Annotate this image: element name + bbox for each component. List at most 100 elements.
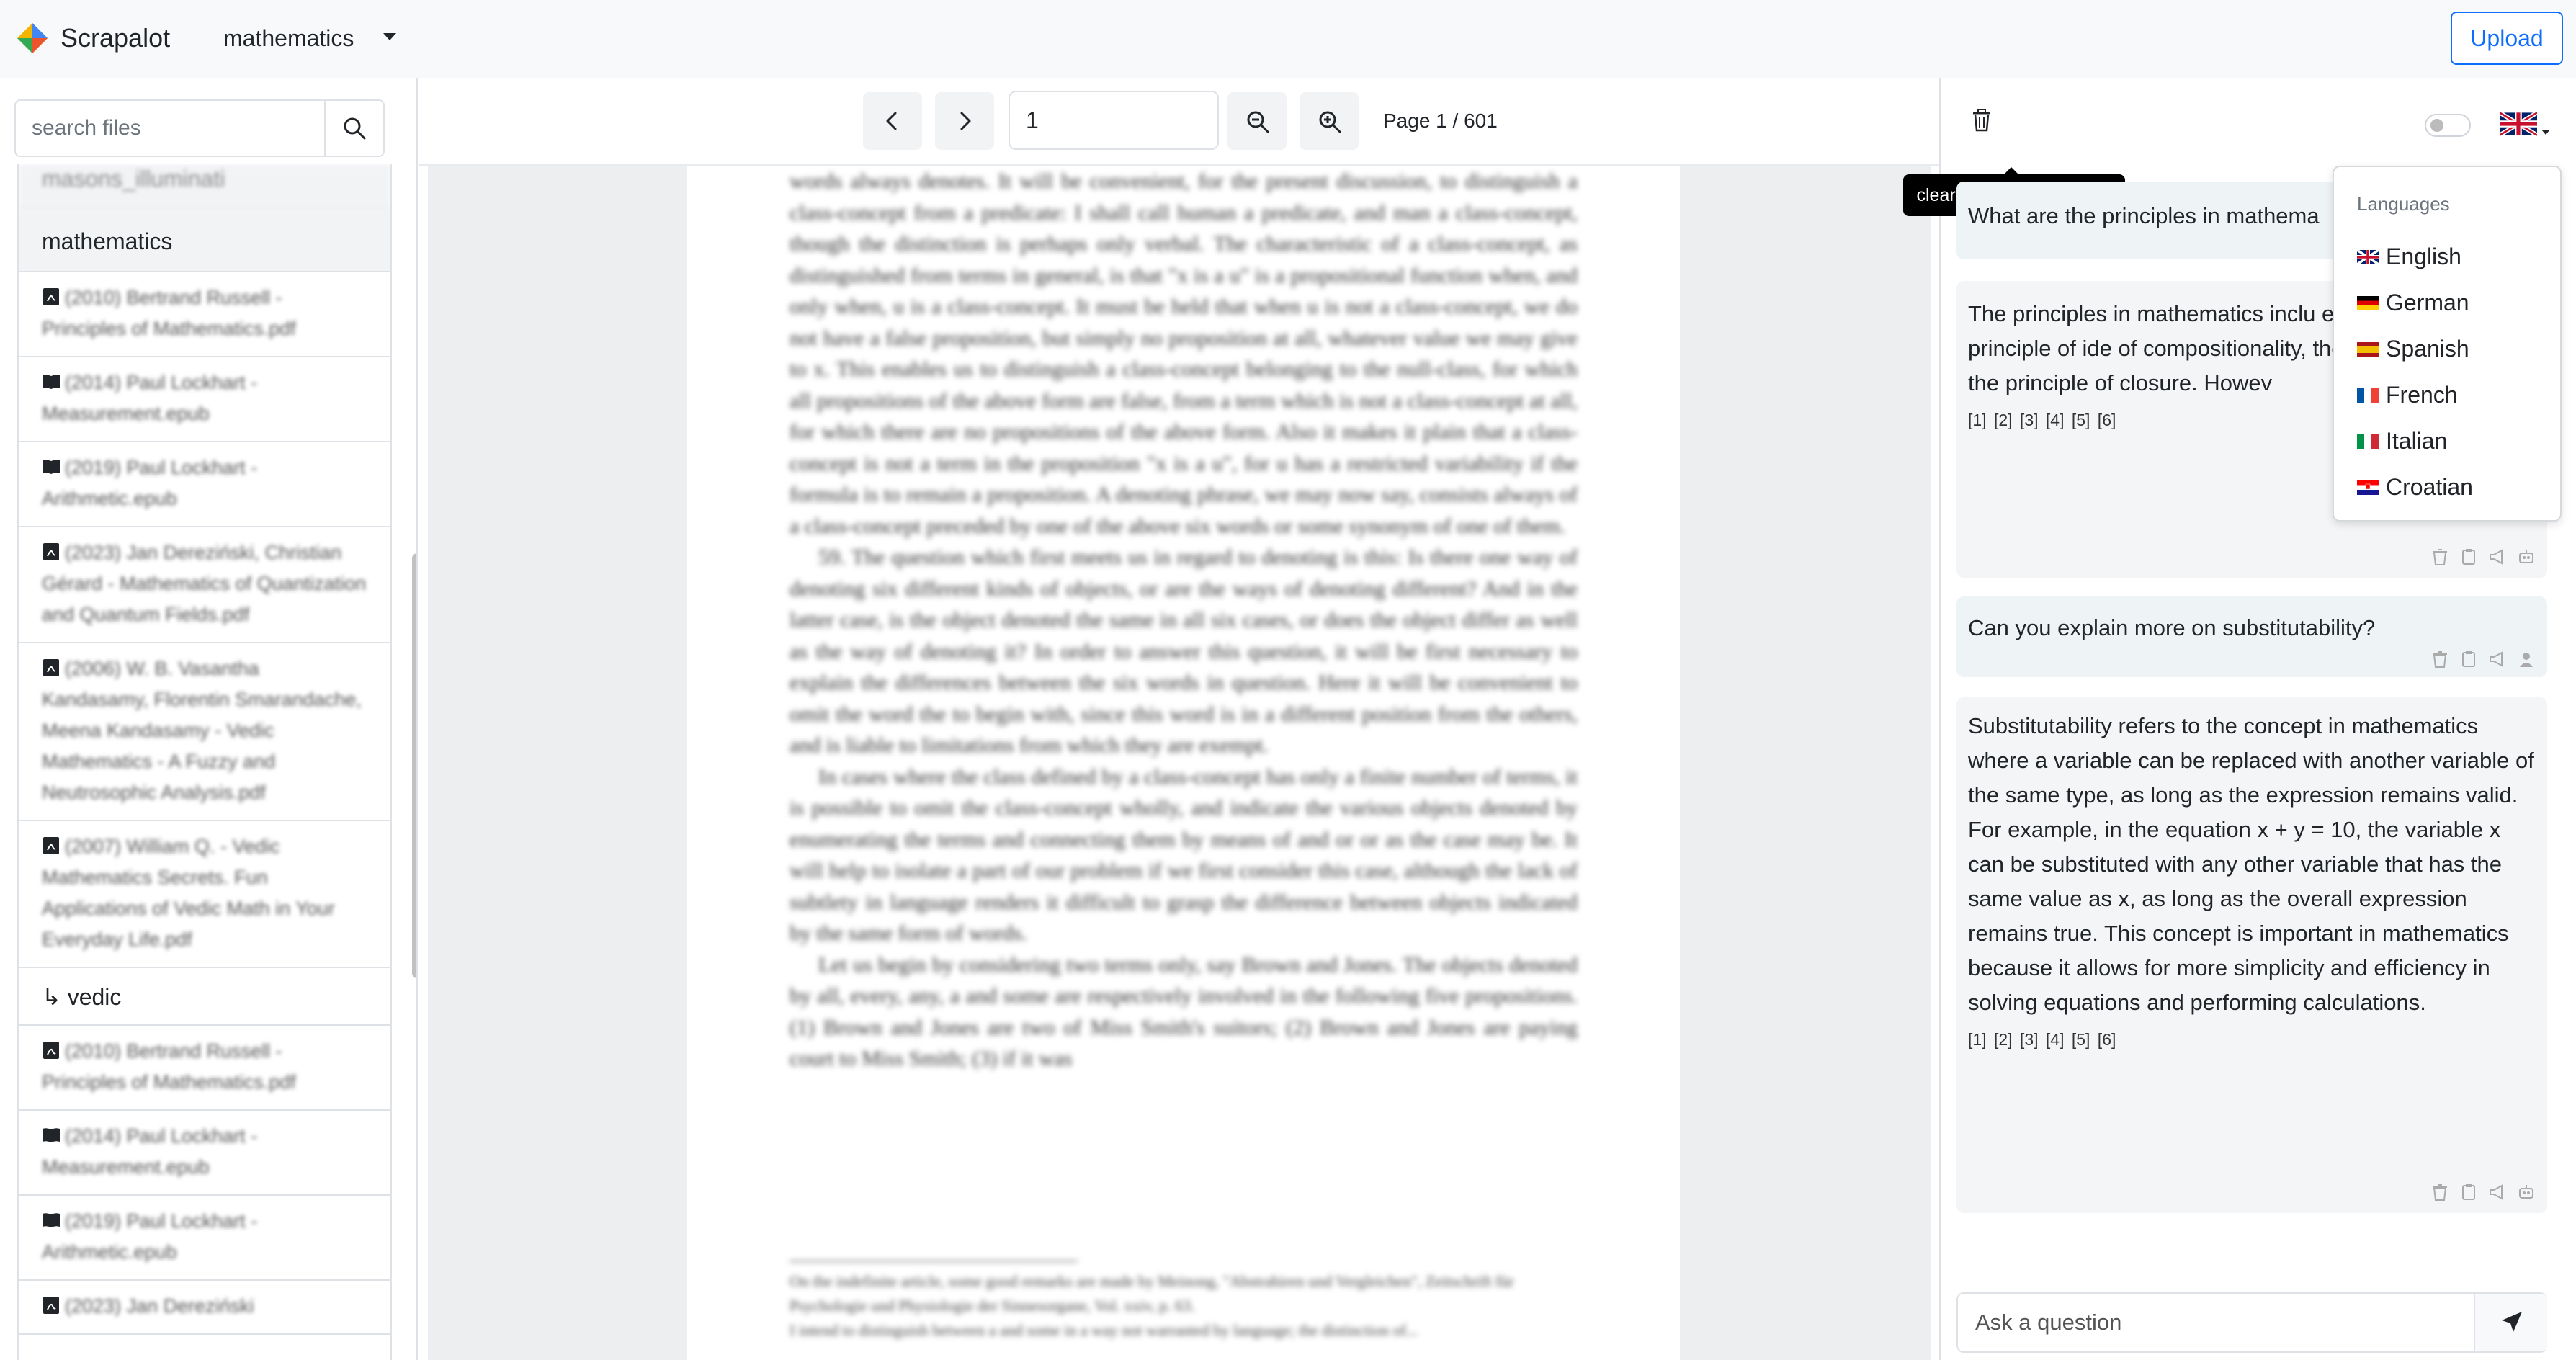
ask-question-input[interactable]	[1958, 1294, 2474, 1351]
file-item[interactable]: (2007) William Q. - Vedic Mathematics Se…	[19, 821, 390, 968]
user-icon	[2517, 650, 2536, 668]
file-name: (2010) Bertrand Russell - Principles of …	[42, 287, 296, 339]
collection-selector[interactable]: mathematics	[223, 22, 354, 55]
zoom-out-icon	[1247, 111, 1269, 133]
language-option-croatian[interactable]: Croatian	[2357, 467, 2552, 507]
file-list: masons_illuminati mathematics (2010) Ber…	[17, 164, 392, 1360]
book-icon	[43, 1213, 60, 1227]
page-indicator: Page 1 / 601	[1383, 109, 1498, 132]
pdf-paragraph: 59. The question which first meets us in…	[790, 545, 1578, 757]
robot-icon	[2517, 547, 2536, 566]
search-files-input[interactable]	[14, 99, 324, 157]
file-item[interactable]: (2023) Jan Dereziński	[19, 1281, 390, 1335]
group-header-mathematics[interactable]: mathematics	[19, 210, 390, 272]
uk-flag-icon	[2357, 250, 2379, 264]
zoom-out-button[interactable]	[1227, 92, 1287, 150]
upload-button[interactable]: Upload	[2451, 12, 2563, 65]
book-icon	[43, 460, 60, 474]
next-page-button[interactable]	[935, 92, 994, 150]
file-item[interactable]: (2023) Jan Dereziński, Christian Gérard …	[19, 527, 390, 643]
uk-flag-icon[interactable]	[2500, 111, 2537, 137]
zoom-in-button[interactable]	[1300, 92, 1359, 150]
file-item[interactable]: (2010) Bertrand Russell - Principles of …	[19, 1026, 390, 1111]
copy-icon[interactable]	[2459, 1183, 2478, 1202]
message-actions	[2430, 1183, 2536, 1202]
language-label: Spanish	[2386, 336, 2469, 362]
file-item[interactable]: (2010) Bertrand Russell - Principles of …	[19, 272, 390, 357]
file-name: (2007) William Q. - Vedic Mathematics Se…	[42, 836, 335, 950]
file-name: (2006) W. B. Vasantha Kandasamy, Florent…	[42, 658, 362, 803]
chevron-down-icon[interactable]	[2541, 130, 2550, 135]
top-navbar: Scrapalot mathematics Upload	[0, 0, 2576, 78]
file-item[interactable]: (2014) Paul Lockhart - Measurement.epub	[19, 357, 390, 442]
message-text: Substitutability refers to the concept i…	[1968, 713, 2534, 1015]
file-item[interactable]: (2019) Paul Lockhart - Arithmetic.epub	[19, 1196, 390, 1281]
language-dropdown-header: Languages	[2357, 193, 2450, 215]
file-name: (2010) Bertrand Russell - Principles of …	[42, 1040, 296, 1093]
language-label: Italian	[2386, 428, 2448, 454]
ask-question-box	[1956, 1292, 2547, 1353]
trash-icon[interactable]	[2430, 1183, 2449, 1202]
copy-icon[interactable]	[2459, 547, 2478, 566]
clear-chat-button[interactable]: clear the chat messages	[1903, 108, 2125, 216]
pdf-canvas-area[interactable]: words always denotes. It will be conveni…	[428, 166, 1931, 1360]
language-option-german[interactable]: German	[2357, 282, 2552, 323]
mode-toggle[interactable]	[2425, 114, 2471, 137]
language-option-french[interactable]: French	[2357, 375, 2552, 415]
language-label: French	[2386, 382, 2458, 408]
file-name: (2014) Paul Lockhart - Measurement.epub	[42, 1125, 258, 1178]
pdf-page-text: words always denotes. It will be conveni…	[790, 166, 1578, 1075]
group-header-cut[interactable]: masons_illuminati	[19, 164, 390, 210]
megaphone-icon[interactable]	[2488, 650, 2507, 668]
sidebar-scrollbar[interactable]	[412, 553, 416, 978]
user-message: Can you explain more on substitutability…	[1956, 596, 2547, 677]
toggle-knob	[2430, 119, 2443, 132]
book-icon	[43, 1128, 60, 1142]
pdf-page: words always denotes. It will be conveni…	[687, 166, 1680, 1360]
pdf-file-icon	[43, 837, 59, 854]
send-icon	[2502, 1312, 2522, 1332]
page-number-input[interactable]	[1009, 91, 1219, 150]
file-sidebar: masons_illuminati mathematics (2010) Ber…	[0, 78, 418, 1360]
subgroup-header-vedic[interactable]: ↳ vedic	[19, 968, 390, 1026]
file-item[interactable]: (2006) W. B. Vasantha Kandasamy, Florent…	[19, 643, 390, 821]
copy-icon[interactable]	[2459, 650, 2478, 668]
pdf-paragraph: words always denotes. It will be conveni…	[790, 169, 1578, 538]
file-item[interactable]: (2014) Paul Lockhart - Measurement.epub	[19, 1111, 390, 1196]
language-option-italian[interactable]: Italian	[2357, 421, 2552, 461]
message-actions	[2430, 650, 2536, 668]
file-item[interactable]: (2019) Paul Lockhart - Arithmetic.epub	[19, 442, 390, 527]
pdf-footnotes: On the indefinite article, some good rem…	[790, 1261, 1578, 1343]
language-option-spanish[interactable]: Spanish	[2357, 328, 2552, 369]
pdf-file-icon	[43, 1042, 59, 1059]
source-references[interactable]: [1] [2] [3] [4] [5] [6]	[1968, 1027, 2536, 1052]
chevron-right-icon	[960, 112, 971, 130]
spain-flag-icon	[2357, 342, 2379, 357]
trash-icon[interactable]	[2430, 547, 2449, 566]
file-name: (2023) Jan Dereziński	[65, 1295, 254, 1317]
language-option-english[interactable]: English	[2357, 236, 2552, 277]
footnote-divider	[790, 1261, 1078, 1262]
scrapalot-logo-icon	[17, 23, 48, 53]
zoom-in-icon	[1319, 111, 1341, 133]
germany-flag-icon	[2357, 296, 2379, 310]
pdf-file-icon	[43, 288, 59, 305]
pdf-file-icon	[43, 543, 59, 560]
megaphone-icon[interactable]	[2488, 547, 2507, 566]
pdf-viewer: Page 1 / 601 words always denotes. It wi…	[419, 78, 2347, 1360]
megaphone-icon[interactable]	[2488, 1183, 2507, 1202]
previous-page-button[interactable]	[863, 92, 922, 150]
send-button[interactable]	[2474, 1294, 2547, 1351]
pdf-footnote: I intend to distinguish between a and so…	[790, 1321, 1418, 1339]
language-label: English	[2386, 243, 2461, 269]
language-dropdown: Languages English German Spanish French …	[2333, 166, 2562, 522]
trash-icon[interactable]	[2430, 650, 2449, 668]
search-button[interactable]	[324, 99, 385, 157]
pdf-file-icon	[43, 659, 59, 676]
language-label: Croatian	[2386, 474, 2473, 500]
chevron-down-icon[interactable]	[383, 33, 396, 40]
pdf-file-icon	[43, 1297, 59, 1314]
pdf-paragraph: Let us begin by considering two terms on…	[790, 952, 1578, 1071]
app-brand[interactable]: Scrapalot	[61, 20, 170, 56]
tooltip-arrow	[2004, 167, 2018, 174]
